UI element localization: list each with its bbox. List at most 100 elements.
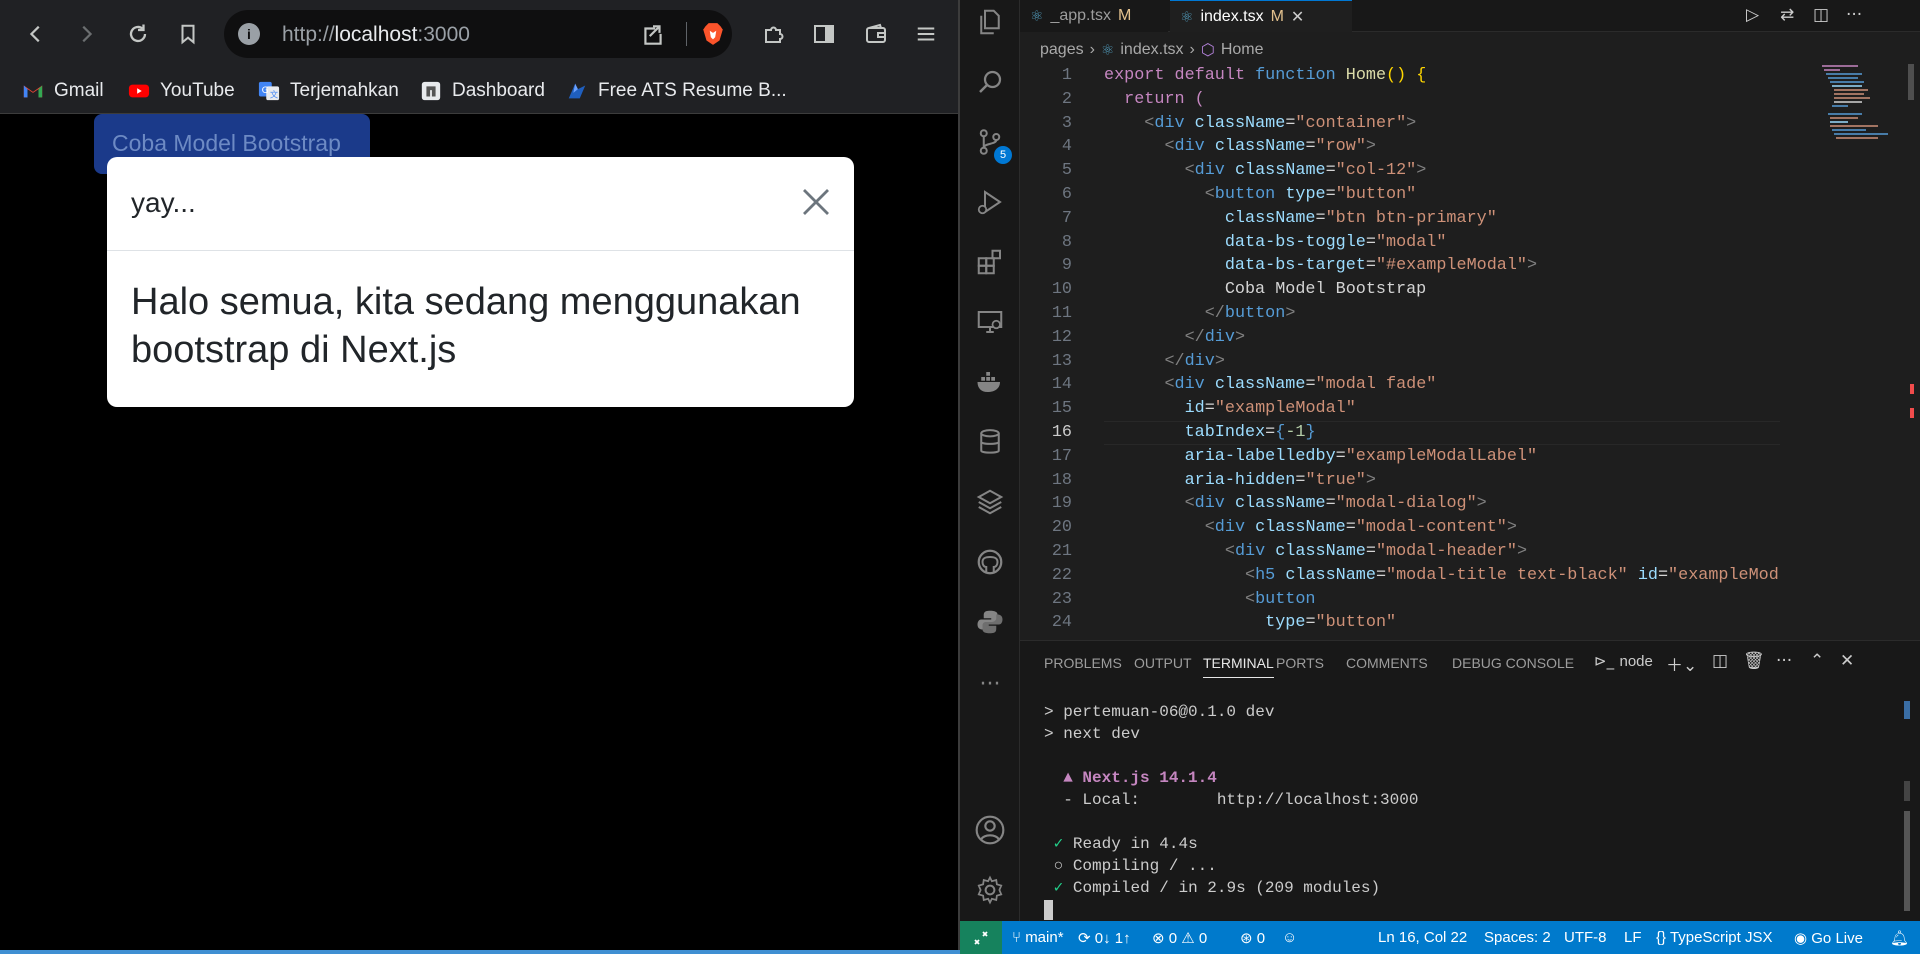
docker-icon[interactable] (972, 364, 1008, 400)
scroll-thumb[interactable] (1908, 64, 1914, 100)
encoding[interactable]: UTF-8 (1564, 929, 1607, 946)
react-icon: ⚛ (1030, 8, 1044, 25)
tab-problems[interactable]: PROBLEMS (1044, 655, 1122, 671)
feedback-icon[interactable]: ☺ (1282, 929, 1297, 946)
web-page: Coba Model Bootstrap yay... Halo semua, … (0, 114, 958, 954)
terminal-line: Compiled / in 2.9s (209 modules) (1072, 879, 1381, 897)
tab-app-tsx[interactable]: ⚛ _app.tsx M (1020, 0, 1168, 32)
split-terminal-icon[interactable]: ◫ (1712, 651, 1728, 671)
breadcrumb-file[interactable]: index.tsx (1120, 41, 1183, 59)
run-icon[interactable]: ▷ (1746, 5, 1759, 25)
settings-gear-icon[interactable] (972, 872, 1008, 908)
ports-indicator[interactable]: ⊛ 0 (1240, 929, 1265, 947)
close-icon[interactable] (801, 187, 831, 217)
terminal-scroll-marker (1904, 781, 1910, 801)
more-actions-icon[interactable]: ··· (1776, 651, 1792, 671)
compare-changes-icon[interactable]: ⇄ (1780, 5, 1794, 25)
tab-output[interactable]: OUTPUT (1134, 655, 1192, 671)
cursor-position[interactable]: Ln 16, Col 22 (1378, 929, 1467, 946)
language-mode[interactable]: {} TypeScript JSX (1656, 929, 1772, 946)
database-icon[interactable] (972, 424, 1008, 460)
site-info-icon[interactable]: i (238, 23, 260, 45)
bookmark-translate[interactable]: G文 Terjemahkan (258, 74, 399, 108)
line-number: 15 (1051, 399, 1072, 419)
go-live-button[interactable]: ◉ Go Live (1794, 929, 1863, 947)
account-icon[interactable] (972, 812, 1008, 848)
editor-scrollbar[interactable] (1904, 64, 1918, 638)
code-line: 15 id="exampleModal" (1020, 397, 1780, 421)
wallet-icon[interactable] (856, 14, 896, 54)
symbol-icon: ⬡ (1200, 42, 1215, 59)
tab-comments[interactable]: COMMENTS (1346, 655, 1428, 671)
back-icon[interactable] (16, 14, 56, 54)
more-actions-icon[interactable]: ··· (1846, 5, 1862, 25)
indentation[interactable]: Spaces: 2 (1484, 929, 1551, 946)
share-icon[interactable] (640, 22, 666, 48)
maximize-panel-icon[interactable]: ⌃ (1810, 651, 1824, 671)
react-icon: ⚛ (1100, 42, 1115, 59)
remote-indicator-icon[interactable] (960, 921, 1002, 954)
terminal-selector[interactable]: ⊳_ node (1594, 651, 1653, 671)
close-panel-icon[interactable]: ✕ (1840, 651, 1854, 671)
breadcrumb-symbol[interactable]: Home (1221, 41, 1264, 59)
line-ending[interactable]: LF (1624, 929, 1642, 946)
close-tab-icon[interactable]: ✕ (1291, 7, 1304, 27)
explorer-icon[interactable] (972, 4, 1008, 40)
svg-text:文: 文 (270, 89, 278, 99)
sync-icon: ⟳ (1078, 930, 1091, 947)
line-number: 8 (1061, 232, 1072, 252)
extensions-icon[interactable] (754, 14, 794, 54)
line-number: 23 (1051, 589, 1072, 609)
bookmark-gmail[interactable]: Gmail (22, 74, 104, 108)
trash-icon[interactable]: 🗑︎ (1743, 651, 1765, 671)
split-editor-icon[interactable]: ◫ (1813, 5, 1829, 25)
bookmark-resume[interactable]: Free ATS Resume B... (566, 74, 787, 108)
modal-dialog: yay... Halo semua, kita sedang menggunak… (107, 157, 854, 407)
code-editor[interactable]: 1 export default function Home() { 2 retu… (1020, 64, 1780, 638)
python-icon[interactable] (972, 604, 1008, 640)
address-bar[interactable]: i http://localhost:3000 (224, 10, 732, 58)
brave-shields-icon[interactable] (700, 21, 726, 47)
terminal-line: > pertemuan-06@0.1.0 dev (1044, 703, 1275, 721)
code-line: 17 aria-labelledby="exampleModalLabel" (1020, 445, 1780, 469)
tab-ports[interactable]: PORTS (1276, 655, 1324, 671)
new-terminal-icon[interactable]: ＋⌄ (1666, 651, 1697, 676)
breadcrumb-folder[interactable]: pages (1040, 41, 1084, 59)
line-number: 7 (1061, 208, 1072, 228)
forward-icon[interactable] (66, 14, 106, 54)
sync-indicator[interactable]: ⟳ 0↓ 1↑ (1078, 929, 1131, 947)
terminal-output[interactable]: > pertemuan-06@0.1.0 dev > next dev ▲ Ne… (1044, 701, 1418, 921)
bookmark-icon[interactable] (168, 14, 208, 54)
code-line: 19 <div className="modal-dialog"> (1020, 492, 1780, 516)
run-debug-icon[interactable] (972, 184, 1008, 220)
modal-body: Halo semua, kita sedang menggunakan boot… (131, 281, 801, 371)
code-line: 24 type="button" (1020, 611, 1780, 635)
branch-indicator[interactable]: ⑂ main* (1012, 929, 1064, 946)
reload-icon[interactable] (118, 14, 158, 54)
terminal-scroll-thumb[interactable] (1904, 811, 1910, 911)
tab-terminal[interactable]: TERMINAL (1203, 655, 1274, 678)
editor-tabs: ⚛ _app.tsx M ⚛ index.tsx M ✕ ▷ ⇄ ◫ ··· (1020, 0, 1920, 32)
notifications-bell-icon[interactable]: 🔔︎ (1890, 929, 1909, 947)
tab-index-tsx[interactable]: ⚛ index.tsx M ✕ (1170, 0, 1352, 32)
sidebar-toggle-icon[interactable] (804, 14, 844, 54)
code-text: <div className="modal-content"> (1204, 518, 1517, 538)
extensions-view-icon[interactable] (972, 244, 1008, 280)
tab-debug-console[interactable]: DEBUG CONSOLE (1452, 655, 1574, 671)
layers-icon[interactable] (972, 484, 1008, 520)
warning-icon: ⚠ (1181, 930, 1195, 947)
url-text[interactable]: http://localhost:3000 (282, 23, 470, 47)
remote-explorer-icon[interactable] (972, 304, 1008, 340)
problems-indicator[interactable]: ⊗ 0 ⚠ 0 (1152, 929, 1207, 947)
search-icon[interactable] (972, 64, 1008, 100)
github-icon[interactable] (972, 544, 1008, 580)
bookmark-youtube[interactable]: YouTube (128, 74, 235, 108)
braces-icon: {} (1656, 929, 1667, 946)
terminal-link[interactable]: http://localhost:3000 (1217, 791, 1419, 809)
bookmark-dashboard[interactable]: Dashboard (420, 74, 545, 108)
menu-icon[interactable] (906, 14, 946, 54)
minimap[interactable] (1818, 64, 1900, 638)
ports-count: 0 (1256, 930, 1266, 947)
more-icon[interactable]: ··· (972, 666, 1008, 702)
branch-label: main* (1025, 929, 1064, 946)
